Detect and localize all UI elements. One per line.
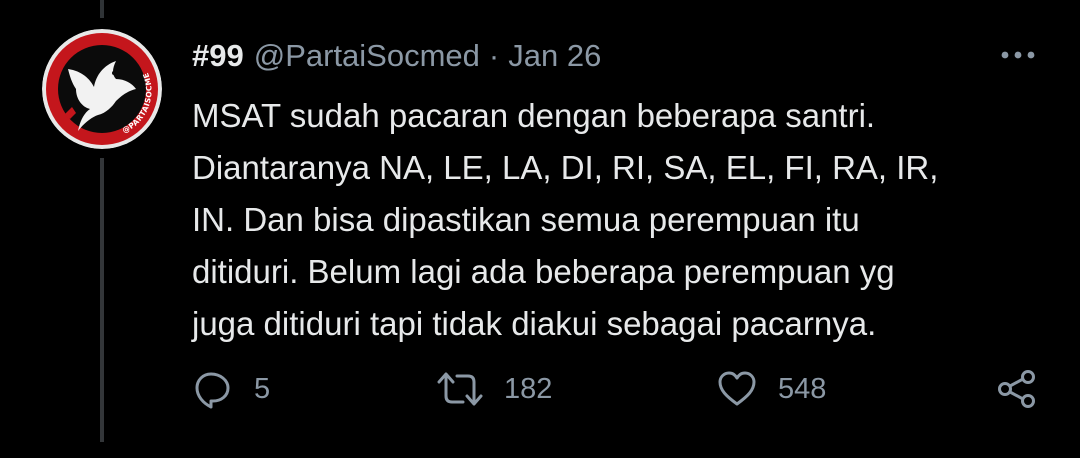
tweet-text-line: Diantaranya NA, LE, LA, DI, RI, SA, EL, …: [192, 149, 939, 186]
share-button[interactable]: [995, 366, 1039, 412]
avatar[interactable]: @PARTAISOCMED: [42, 29, 162, 149]
tweet-date[interactable]: Jan 26: [508, 38, 601, 74]
more-horizontal-icon: [1001, 51, 1035, 59]
header-separator: ·: [488, 38, 500, 73]
like-button[interactable]: 548: [716, 366, 826, 412]
share-icon: [995, 368, 1039, 410]
tweet-text-line: juga ditiduri tapi tidak diakui sebagai …: [192, 305, 877, 342]
tweet-text-line: ditiduri. Belum lagi ada beberapa peremp…: [192, 253, 895, 290]
retweet-button[interactable]: 182: [436, 366, 552, 412]
heart-icon: [716, 368, 758, 410]
user-handle[interactable]: @PartaiSocmed: [254, 38, 480, 74]
tweet-text-line: IN. Dan bisa dipastikan semua perempuan …: [192, 201, 860, 238]
retweet-icon: [436, 368, 484, 410]
thread-line: [100, 158, 104, 442]
thread-line-top: [100, 0, 104, 18]
partai-socmed-logo: @PARTAISOCMED: [42, 29, 162, 149]
tweet-text: MSAT sudah pacaran dengan beberapa santr…: [192, 90, 1052, 350]
tweet-header: #99 @PartaiSocmed · Jan 26: [192, 36, 601, 76]
display-name[interactable]: #99: [192, 38, 244, 74]
reply-button[interactable]: 5: [192, 366, 270, 412]
like-count: 548: [778, 372, 827, 405]
retweet-count: 182: [504, 372, 553, 405]
tweet-text-line: MSAT sudah pacaran dengan beberapa santr…: [192, 97, 876, 134]
reply-count: 5: [254, 372, 271, 405]
reply-icon: [192, 368, 234, 410]
more-options-button[interactable]: [995, 40, 1041, 70]
